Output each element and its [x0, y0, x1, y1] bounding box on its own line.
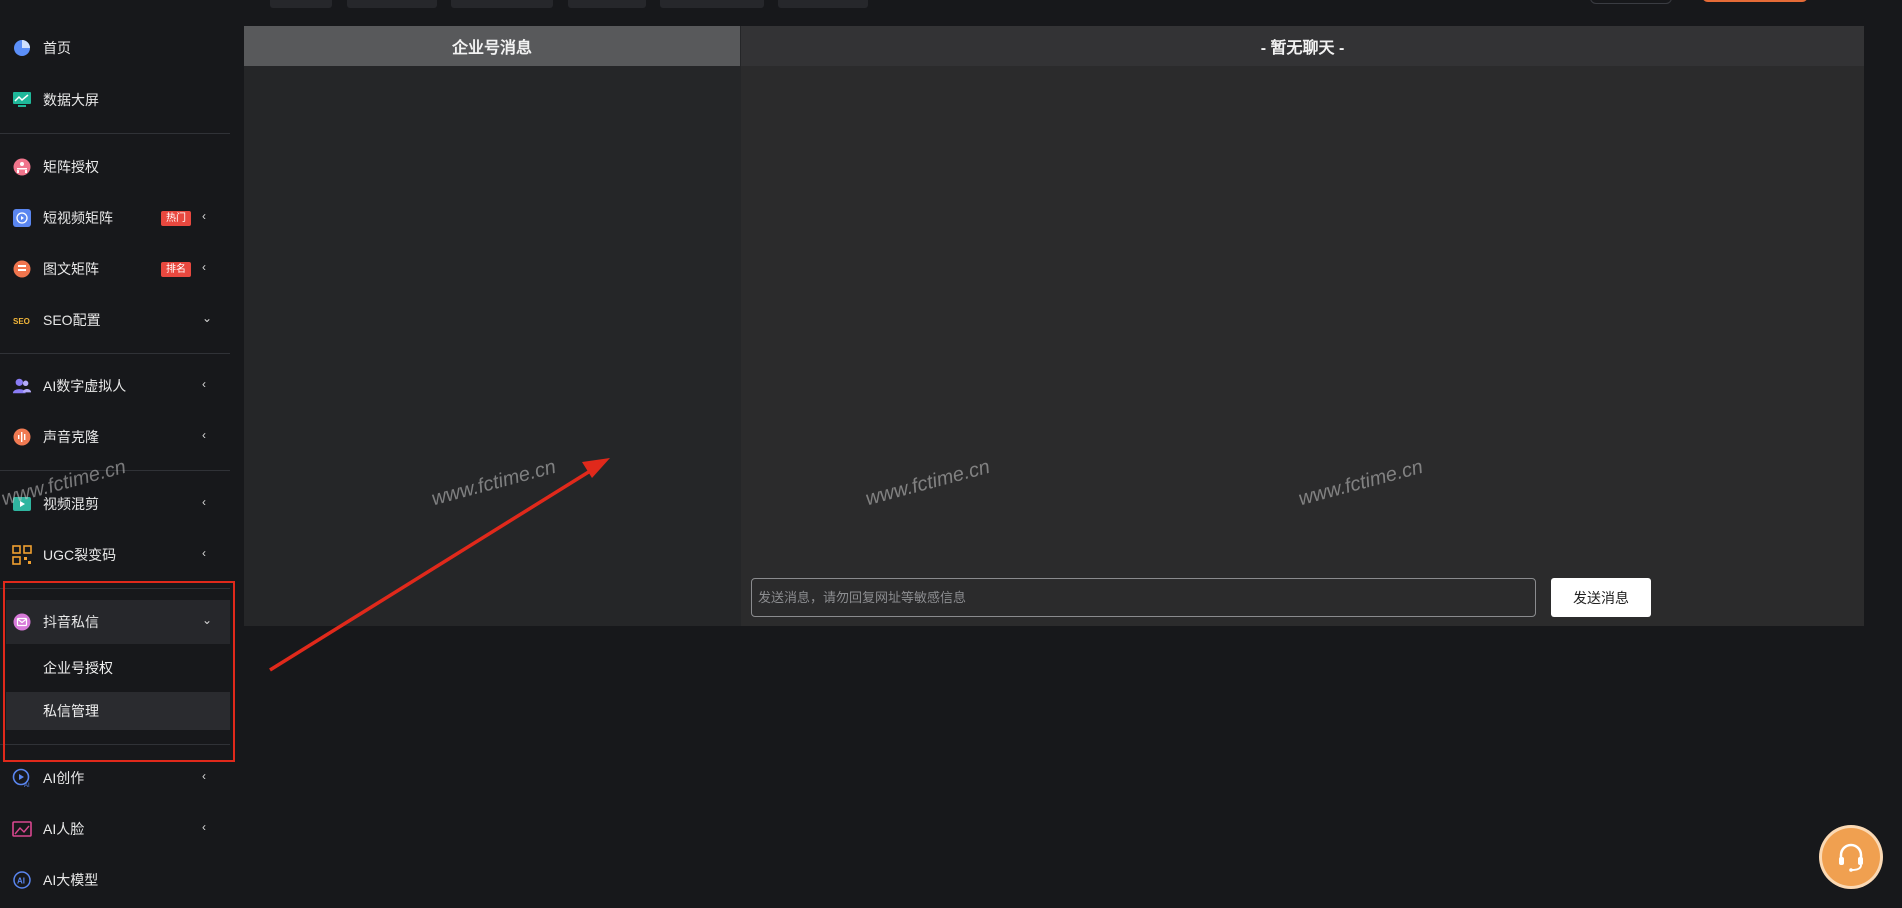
monitor-chart-icon	[12, 90, 32, 110]
chevron-left-icon: ‹	[202, 820, 206, 834]
sidebar-item-label: AI人脸	[43, 821, 85, 837]
sidebar-item-home[interactable]: 首页	[0, 26, 230, 70]
top-primary-button[interactable]	[1702, 0, 1808, 2]
sidebar-divider	[0, 133, 230, 134]
sidebar-item-ai-face[interactable]: AI人脸 ‹	[0, 807, 230, 851]
chevron-down-icon: ⌄	[202, 311, 213, 325]
sidebar-item-image-text[interactable]: 图文矩阵 排名 ‹	[0, 247, 230, 291]
svg-text:SEO: SEO	[13, 317, 30, 326]
send-message-button[interactable]: 发送消息	[1551, 578, 1651, 617]
short-video-icon	[12, 208, 32, 228]
sidebar-divider	[0, 744, 230, 745]
seo-icon: SEO	[12, 310, 32, 330]
sidebar-item-label: AI创作	[43, 770, 85, 786]
ai-model-icon: AI	[12, 870, 32, 890]
sidebar-item-label: 抖音私信	[43, 614, 99, 630]
sidebar-item-label: SEO配置	[43, 312, 101, 328]
sidebar-item-ai-create[interactable]: AI AI创作 ‹	[0, 756, 230, 800]
digital-human-icon	[12, 376, 32, 396]
sidebar-item-digital-human[interactable]: AI数字虚拟人 ‹	[0, 364, 230, 408]
message-input[interactable]	[751, 578, 1536, 617]
top-outline-button[interactable]	[1590, 0, 1672, 4]
top-tab-4[interactable]	[568, 0, 646, 8]
chat-title: - 暂无聊天 -	[741, 26, 1864, 66]
sidebar-item-label: 矩阵授权	[43, 159, 99, 175]
top-tab-1[interactable]	[270, 0, 332, 8]
hot-badge: 热门	[161, 211, 191, 226]
top-tab-3[interactable]	[451, 0, 553, 8]
sidebar: 首页 数据大屏 矩阵授权 短视频矩阵 热门 ‹ 图文矩阵 排名 ‹ SEO SE…	[0, 0, 235, 908]
sidebar-item-seo[interactable]: SEO SEO配置 ⌄	[0, 298, 230, 342]
sidebar-subitem-label: 企业号授权	[43, 660, 113, 676]
sidebar-subitem-message-manage[interactable]: 私信管理	[6, 692, 230, 730]
sidebar-item-label: 视频混剪	[43, 496, 99, 512]
conversation-list: 企业号消息	[244, 26, 740, 626]
sidebar-item-label: AI大模型	[43, 872, 99, 888]
message-icon	[12, 612, 32, 632]
sidebar-item-label: 短视频矩阵	[43, 210, 113, 226]
voice-clone-icon	[12, 427, 32, 447]
svg-text:AI: AI	[17, 877, 25, 886]
headset-icon	[1839, 843, 1863, 872]
matrix-auth-icon	[12, 157, 32, 177]
sidebar-divider	[0, 470, 230, 471]
top-toolbar	[0, 0, 1902, 10]
customer-support-button[interactable]	[1822, 828, 1880, 886]
sidebar-item-label: AI数字虚拟人	[43, 378, 127, 394]
sidebar-subitem-label: 私信管理	[43, 703, 99, 719]
top-tab-2[interactable]	[347, 0, 437, 8]
sidebar-item-douyin-message[interactable]: 抖音私信 ⌄	[6, 600, 230, 644]
chat-panel: 企业号消息 - 暂无聊天 - 发送消息	[244, 26, 1864, 626]
chevron-left-icon: ‹	[202, 377, 206, 391]
sidebar-item-label: 首页	[43, 40, 71, 56]
sidebar-item-video-mix[interactable]: 视频混剪 ‹	[0, 482, 230, 526]
sidebar-item-voice-clone[interactable]: 声音克隆 ‹	[0, 415, 230, 459]
top-tab-6[interactable]	[778, 0, 868, 8]
sidebar-divider	[0, 353, 230, 354]
sidebar-subitem-enterprise-auth[interactable]: 企业号授权	[6, 649, 230, 687]
chevron-left-icon: ‹	[202, 260, 206, 274]
sidebar-divider	[0, 588, 230, 589]
chevron-left-icon: ‹	[202, 769, 206, 783]
conversation-list-title: 企业号消息	[244, 26, 740, 66]
pie-chart-icon	[12, 38, 32, 58]
ai-create-icon: AI	[12, 768, 32, 788]
chevron-left-icon: ‹	[202, 495, 206, 509]
video-mix-icon	[12, 494, 32, 514]
top-tab-5[interactable]	[660, 0, 764, 8]
sidebar-item-matrix-auth[interactable]: 矩阵授权	[0, 145, 230, 189]
chevron-left-icon: ‹	[202, 209, 206, 223]
sidebar-item-label: 图文矩阵	[43, 261, 99, 277]
chevron-down-icon: ⌄	[202, 613, 213, 627]
sidebar-item-label: UGC裂变码	[43, 547, 117, 563]
chat-area: - 暂无聊天 - 发送消息	[741, 26, 1864, 626]
chevron-left-icon: ‹	[202, 428, 206, 442]
sidebar-item-ugc-code[interactable]: UGC裂变码 ‹	[0, 533, 230, 577]
svg-text:AI: AI	[24, 783, 30, 788]
rank-badge: 排名	[161, 262, 191, 277]
sidebar-item-label: 声音克隆	[43, 429, 99, 445]
ai-face-icon	[12, 819, 32, 839]
sidebar-item-ai-model[interactable]: AI AI大模型	[0, 858, 230, 902]
chevron-left-icon: ‹	[202, 546, 206, 560]
sidebar-item-label: 数据大屏	[43, 92, 99, 108]
sidebar-item-short-video[interactable]: 短视频矩阵 热门 ‹	[0, 196, 230, 240]
qr-code-icon	[12, 545, 32, 565]
image-text-icon	[12, 259, 32, 279]
sidebar-item-dashboard[interactable]: 数据大屏	[0, 78, 230, 122]
